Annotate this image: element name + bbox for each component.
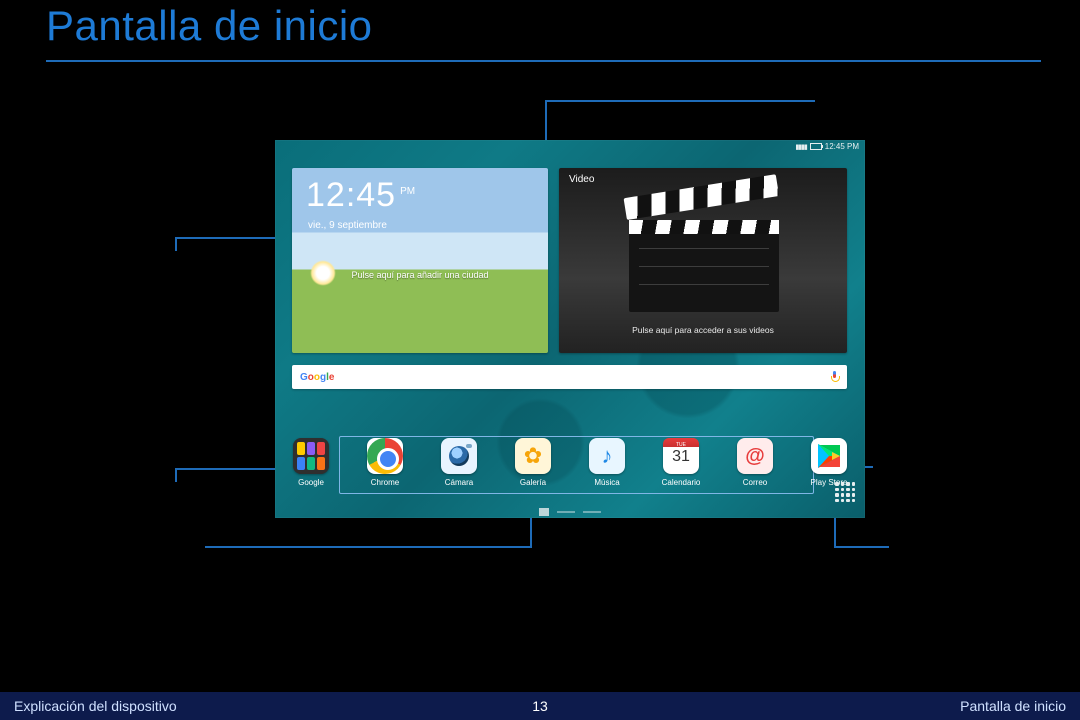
callout-line (205, 546, 532, 548)
play-store-icon (811, 438, 847, 474)
clock-hm: 12:45 (306, 176, 396, 214)
battery-icon (810, 143, 822, 150)
callout-line (545, 100, 815, 102)
app-camera[interactable]: Cámara (436, 438, 482, 487)
home-page-indicator[interactable] (275, 508, 865, 516)
app-label: Galería (510, 478, 556, 487)
video-open-hint[interactable]: Pulse aquí para acceder a sus videos (559, 325, 847, 335)
chrome-icon (367, 438, 403, 474)
page-dot-current (539, 508, 549, 516)
app-label: Correo (732, 478, 778, 487)
footer-topic: Pantalla de inicio (960, 698, 1066, 714)
music-note-icon (589, 438, 625, 474)
video-widget-title: Video (569, 174, 594, 185)
apps-drawer-button[interactable] (835, 482, 855, 502)
app-music[interactable]: Música (584, 438, 630, 487)
mic-icon[interactable] (830, 371, 839, 383)
folder-icon (293, 438, 329, 474)
app-label: Cámara (436, 478, 482, 487)
callout-line (834, 518, 836, 548)
camera-icon (441, 438, 477, 474)
page-dot (557, 511, 575, 513)
app-label: Google (288, 478, 334, 487)
clock-date: vie., 9 septiembre (308, 220, 387, 231)
tablet-home-screen: 12:45 PM 12:45 PM vie., 9 septiembre Puls… (275, 140, 865, 518)
signal-icon (795, 142, 806, 151)
app-dock: Google Chrome Cámara Galería Música TUE (275, 438, 865, 510)
app-chrome[interactable]: Chrome (362, 438, 408, 487)
clock-weather-widget[interactable]: 12:45 PM vie., 9 septiembre Pulse aquí pa… (292, 168, 548, 353)
app-google-folder[interactable]: Google (288, 438, 334, 487)
app-mail[interactable]: Correo (732, 438, 778, 487)
app-play-store[interactable]: Play Store (806, 438, 852, 487)
callout-line (545, 100, 547, 140)
flower-icon (515, 438, 551, 474)
callout-line (175, 237, 275, 239)
manual-page: Pantalla de inicio 12:45 PM 12:45 PM vie.… (0, 0, 1080, 720)
google-logo: Google (300, 372, 334, 383)
app-label: Chrome (362, 478, 408, 487)
callout-line (175, 468, 177, 482)
app-gallery[interactable]: Galería (510, 438, 556, 487)
page-title: Pantalla de inicio (46, 2, 373, 50)
app-label: Música (584, 478, 630, 487)
app-label: Calendario (658, 478, 704, 487)
clock-add-city-hint[interactable]: Pulse aquí para añadir una ciudad (292, 270, 548, 280)
calendar-daynum: 31 (663, 448, 699, 466)
calendar-icon: TUE 31 (663, 438, 699, 474)
callout-line (530, 518, 532, 548)
page-dot (583, 511, 601, 513)
google-search-bar[interactable]: Google (292, 365, 847, 389)
title-rule (46, 60, 1041, 62)
at-sign-icon (737, 438, 773, 474)
clapperboard-icon (629, 218, 779, 313)
page-footer: Explicación del dispositivo 13 Pantalla … (0, 692, 1080, 720)
clock-time: 12:45 PM (306, 176, 415, 215)
app-calendar[interactable]: TUE 31 Calendario (658, 438, 704, 487)
status-bar: 12:45 PM (795, 142, 859, 151)
callout-line (175, 237, 177, 251)
clock-ampm: PM (400, 186, 415, 197)
status-clock: 12:45 PM (825, 142, 859, 151)
video-widget[interactable]: Video Pulse aquí para acceder a sus vide… (559, 168, 847, 353)
callout-line (834, 546, 889, 548)
footer-page-number: 13 (0, 698, 1080, 714)
